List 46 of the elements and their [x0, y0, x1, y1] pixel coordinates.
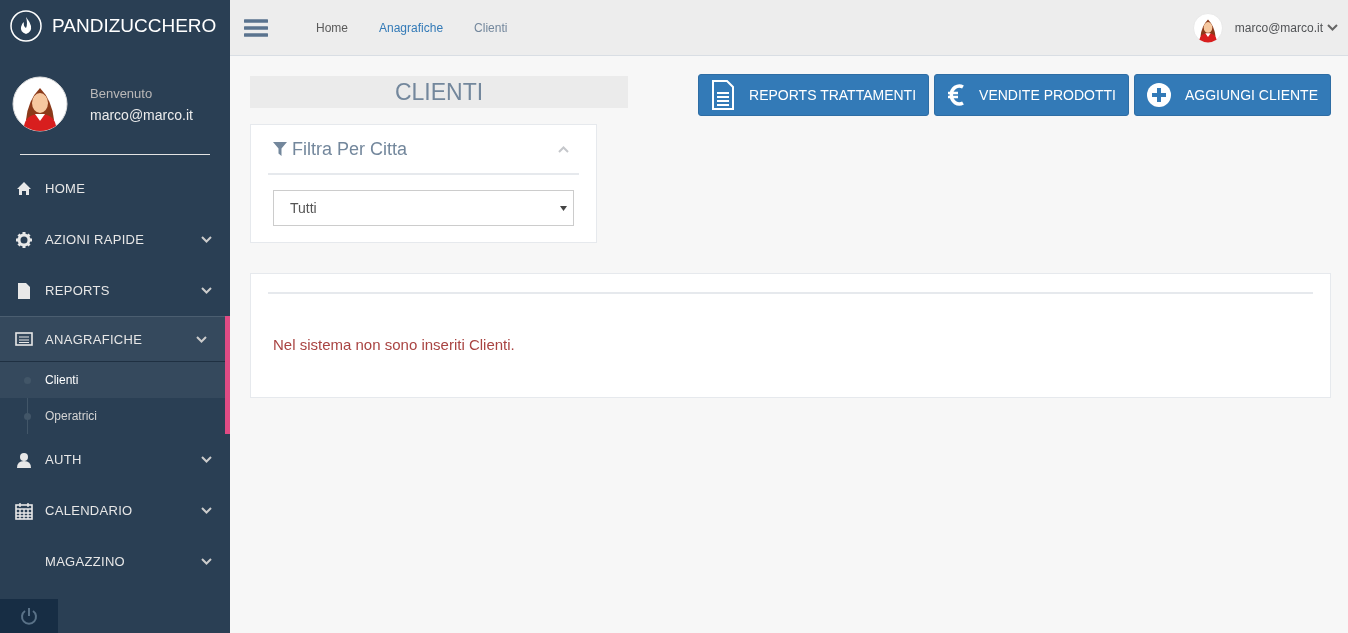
menu-icon[interactable] — [244, 17, 268, 38]
sidebar-item[interactable]: MAGAZZINO — [0, 536, 230, 587]
plus-circle-icon — [1146, 83, 1171, 107]
list-icon — [15, 330, 33, 348]
welcome-text: Benvenuto — [90, 85, 154, 101]
city-select[interactable]: Tutti — [273, 190, 574, 226]
file-icon — [15, 281, 33, 300]
chevron-down-icon — [201, 236, 212, 243]
chevron-down-icon — [201, 456, 212, 463]
brand-title: PANDIZUCCHERO — [52, 15, 217, 37]
sidebar-item[interactable]: AZIONI RAPIDE — [0, 214, 230, 265]
chevron-down-icon — [1327, 24, 1338, 31]
action-button[interactable]: REPORTS TRATTAMENTI — [698, 74, 930, 116]
document-icon — [711, 80, 736, 110]
avatar-icon — [12, 76, 68, 132]
sidebar-item[interactable]: AUTH — [0, 434, 230, 485]
sidebar-item[interactable]: CALENDARIO — [0, 485, 230, 536]
calendar-icon — [15, 501, 33, 520]
filter-icon — [273, 142, 287, 156]
chevron-down-icon — [201, 287, 212, 294]
breadcrumb-link[interactable]: Anagrafiche — [379, 20, 444, 35]
user-avatar-icon — [1192, 12, 1223, 43]
submenu-item[interactable]: Clienti — [0, 362, 225, 398]
chevron-down-icon — [201, 558, 212, 565]
euro-icon — [947, 83, 966, 107]
user-email: marco@marco.it — [90, 106, 193, 123]
filter-title: Filtra Per Citta — [292, 138, 409, 160]
action-button[interactable]: AGGIUNGI CLIENTE — [1133, 74, 1331, 116]
page-title: CLIENTI — [250, 76, 628, 108]
dropdown-arrow-icon — [560, 205, 567, 211]
home-icon — [15, 179, 33, 198]
flame-logo-icon — [10, 10, 42, 42]
power-icon — [20, 607, 38, 625]
logout-button[interactable] — [0, 599, 58, 633]
sidebar-item[interactable]: REPORTS — [0, 265, 230, 316]
user-menu[interactable]: marco@marco.it — [1234, 20, 1338, 35]
sidebar-item[interactable]: ANAGRAFICHE — [0, 316, 225, 362]
user-icon — [15, 450, 33, 469]
action-button[interactable]: VENDITE PRODOTTI — [934, 74, 1129, 116]
breadcrumb-link[interactable]: Home — [316, 20, 348, 35]
submenu-item[interactable]: Operatrici — [0, 398, 225, 434]
gear-icon — [15, 230, 33, 249]
chevron-down-icon — [196, 335, 207, 343]
sidebar-item[interactable]: HOME — [0, 163, 230, 214]
chevron-down-icon — [201, 507, 212, 514]
empty-message: Nel sistema non sono inseriti Clienti. — [272, 336, 516, 353]
